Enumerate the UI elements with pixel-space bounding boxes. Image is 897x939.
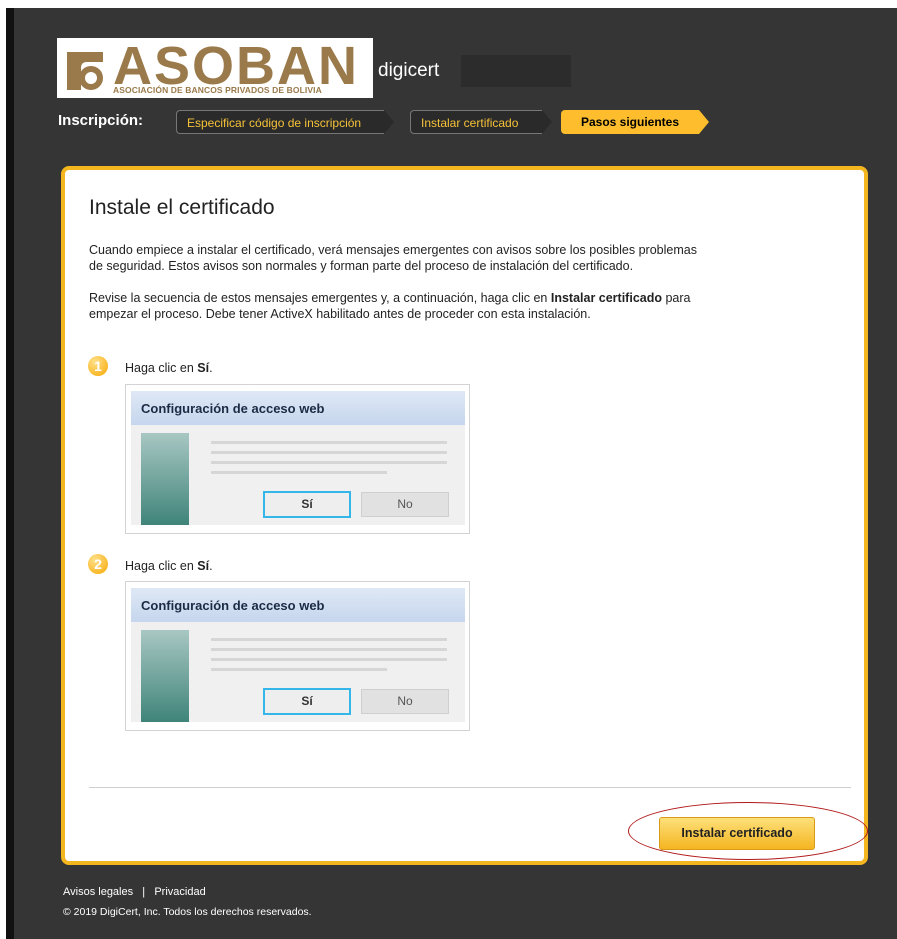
page-title: Instale el certificado (89, 196, 275, 219)
footer-separator: | (142, 886, 146, 898)
progress-step-arrow (384, 110, 394, 134)
step-number-badge: 2 (88, 554, 108, 574)
dialog-side-image (141, 630, 189, 722)
dialog-title: Configuración de acceso web (141, 598, 325, 613)
dialog-no-button: No (361, 492, 449, 517)
step-instruction: Haga clic en Sí. (125, 361, 213, 375)
header-spacer (461, 55, 571, 87)
dialog-yes-button: Sí (263, 688, 351, 715)
asoban-logo-icon (63, 44, 107, 94)
copyright-text: © 2019 DigiCert, Inc. Todos los derechos… (63, 906, 312, 918)
progress-step-label: Instalar certificado (410, 110, 542, 134)
dialog-text-line (211, 471, 387, 474)
dialog-header: Configuración de acceso web (131, 391, 465, 425)
progress-step-arrow (699, 110, 709, 134)
digicert-logo: digicert (378, 60, 440, 81)
privacy-link[interactable]: Privacidad (154, 886, 205, 898)
step-instruction-text: Haga clic en (125, 361, 198, 375)
progress-label: Inscripción: (58, 112, 144, 129)
progress-step-label: Pasos siguientes (561, 110, 699, 134)
dialog-no-button: No (361, 689, 449, 714)
step-instruction-text: Haga clic en (125, 559, 198, 573)
instructions-line-1: Revise la secuencia de estos mensajes em… (89, 290, 809, 306)
dialog-header: Configuración de acceso web (131, 588, 465, 622)
dialog-side-image (141, 433, 189, 525)
dialog-text-line (211, 648, 447, 651)
instructions-bold: Instalar certificado (550, 291, 662, 305)
intro-line-2: de seguridad. Estos avisos son normales … (89, 259, 634, 273)
footer-links: Avisos legales | Privacidad (63, 886, 206, 898)
dialog-text-line (211, 451, 447, 454)
step-instruction: Haga clic en Sí. (125, 559, 213, 573)
progress-step-label: Especificar código de inscripción (176, 110, 384, 134)
dialog-text-line (211, 638, 447, 641)
dialog-body: Configuración de acceso web Sí No (131, 588, 465, 722)
dialog-illustration: Configuración de acceso web Sí No (125, 384, 470, 534)
step-instruction-text: . (209, 361, 213, 375)
divider (89, 787, 851, 788)
dialog-title: Configuración de acceso web (141, 401, 325, 416)
legal-notices-link[interactable]: Avisos legales (63, 886, 133, 898)
step-instruction-bold: Sí (197, 559, 210, 573)
dialog-illustration: Configuración de acceso web Sí No (125, 581, 470, 731)
progress-step-arrow (542, 110, 552, 134)
instructions-paragraph: Revise la secuencia de estos mensajes em… (89, 290, 809, 322)
step-instruction-bold: Sí (197, 361, 210, 375)
intro-line-1: Cuando empiece a instalar el certificado… (89, 243, 697, 257)
dialog-text-line (211, 441, 447, 444)
instructions-text: Revise la secuencia de estos mensajes em… (89, 291, 551, 305)
dialog-yes-button: Sí (263, 491, 351, 518)
dialog-text-line (211, 461, 447, 464)
dialog-body: Configuración de acceso web Sí No (131, 391, 465, 525)
instructions-text: para (662, 291, 691, 305)
install-certificate-button[interactable]: Instalar certificado (659, 817, 815, 850)
asoban-logo: ASOBAN ASOCIACIÓN DE BANCOS PRIVADOS DE … (57, 36, 373, 98)
page-frame: ASOBAN ASOCIACIÓN DE BANCOS PRIVADOS DE … (6, 8, 897, 939)
asoban-logo-subtitle: ASOCIACIÓN DE BANCOS PRIVADOS DE BOLIVIA (113, 85, 322, 95)
dialog-text-line (211, 658, 447, 661)
step-number-badge: 1 (88, 356, 108, 376)
intro-paragraph: Cuando empiece a instalar el certificado… (89, 242, 809, 274)
instructions-line-2: empezar el proceso. Debe tener ActiveX h… (89, 307, 591, 321)
step-instruction-text: . (209, 559, 213, 573)
main-panel: Instale el certificado Cuando empiece a … (61, 166, 868, 865)
dialog-text-line (211, 668, 387, 671)
